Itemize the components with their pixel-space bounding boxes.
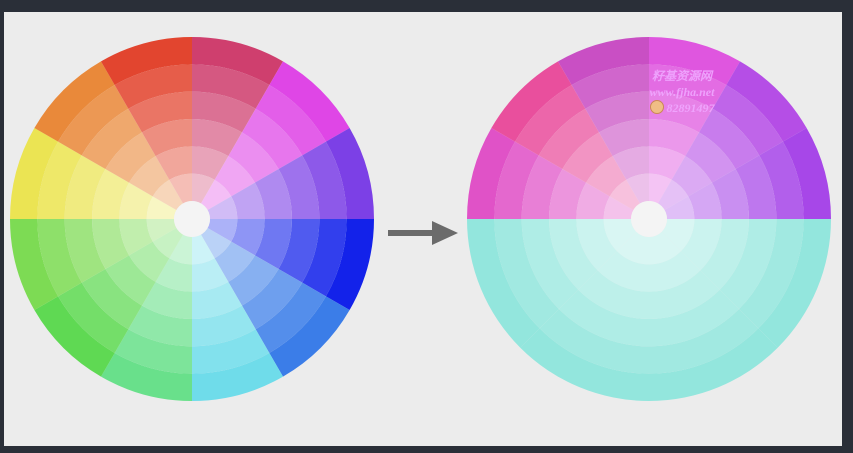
- watermark-title: 籽基资源网: [651, 69, 712, 83]
- qq-icon: [649, 100, 664, 114]
- watermark-qq: 82891497: [622, 100, 742, 116]
- watermark-url: www.fjha.net: [649, 85, 715, 99]
- left-wheel-center: [174, 201, 210, 237]
- right-wheel-center: [631, 201, 667, 237]
- color-wheel-full: [10, 37, 374, 401]
- watermark: 籽基资源网 www.fjha.net 82891497: [622, 68, 742, 116]
- arrow-shaft: [388, 230, 434, 236]
- arrow-right-icon: [388, 221, 458, 245]
- arrow-head: [432, 221, 458, 245]
- watermark-number: 82891497: [666, 101, 715, 115]
